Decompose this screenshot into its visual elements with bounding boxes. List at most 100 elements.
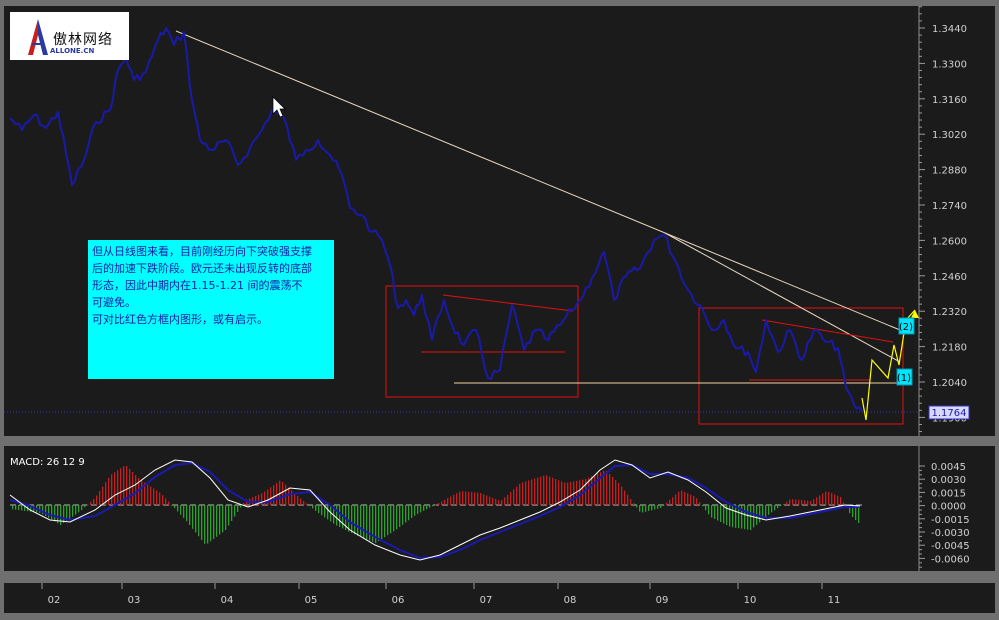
macd-histogram-bar: [291, 490, 293, 505]
macd-histogram-bar: [198, 505, 200, 537]
macd-histogram-bar: [186, 505, 188, 522]
macd-histogram-bar: [462, 491, 464, 505]
macd-histogram-bar: [294, 493, 296, 505]
x-tick-label: 05: [305, 595, 318, 606]
price-tick-label: 1.2040: [932, 378, 967, 389]
macd-tick-label: -0.0060: [931, 554, 970, 565]
macd-histogram-bar: [453, 494, 455, 506]
macd-histogram-bar: [684, 491, 686, 505]
macd-histogram-bar: [606, 471, 608, 505]
macd-histogram-bar: [753, 505, 755, 528]
macd-histogram-bar: [633, 503, 635, 505]
macd-histogram-bar: [120, 468, 122, 505]
macd-histogram-bar: [690, 494, 692, 505]
macd-histogram-bar: [363, 505, 365, 539]
macd-histogram-bar: [327, 505, 329, 520]
macd-histogram-bar: [99, 491, 101, 505]
x-tick-label: 03: [128, 595, 141, 606]
macd-histogram-bar: [168, 501, 170, 505]
macd-histogram-bar: [492, 497, 494, 505]
macd-histogram-bar: [117, 470, 119, 505]
macd-histogram-bar: [261, 493, 263, 505]
macd-histogram-bar: [729, 505, 731, 527]
macd-histogram-bar: [648, 505, 650, 511]
macd-histogram-bar: [471, 492, 473, 505]
macd-histogram-bar: [78, 505, 80, 513]
annotation-line: 后的加速下跌阶段。欧元还未出现反转的底部: [92, 262, 312, 275]
macd-histogram-bar: [201, 505, 203, 540]
price-tick-label: 1.3160: [932, 95, 967, 106]
macd-histogram-bar: [435, 504, 437, 506]
macd-histogram-bar: [477, 492, 479, 505]
macd-histogram-bar: [390, 505, 392, 534]
macd-histogram-bar: [774, 505, 776, 511]
macd-histogram-bar: [693, 496, 695, 505]
macd-histogram-bar: [609, 474, 611, 505]
macd-histogram-bar: [783, 503, 785, 505]
macd-histogram-bar: [612, 477, 614, 505]
macd-histogram-bar: [759, 505, 761, 523]
macd-histogram-bar: [549, 476, 551, 505]
macd-histogram-bar: [483, 494, 485, 505]
macd-histogram-bar: [297, 495, 299, 505]
macd-histogram-bar: [165, 498, 167, 505]
x-tick-label: 10: [744, 595, 757, 606]
macd-histogram-bar: [495, 499, 497, 505]
annotation-line: 可对比红色方框内图形，或有启示。: [92, 313, 268, 326]
macd-histogram-bar: [243, 503, 245, 505]
macd-histogram-bar: [660, 505, 662, 508]
chart-window: 1.3440 1.3300 1.3160 1.3020 1.2880 1.2740 1.26…: [0, 0, 999, 616]
macd-histogram-bar: [429, 505, 431, 508]
macd-histogram-bar: [456, 493, 458, 505]
macd-histogram-bar: [339, 505, 341, 527]
macd-histogram-bar: [414, 505, 416, 516]
macd-histogram-bar: [543, 475, 545, 505]
macd-tick-label: 0.0030: [931, 475, 966, 486]
macd-histogram-bar: [699, 502, 701, 505]
macd-histogram-bar: [93, 498, 95, 505]
price-tick-label: 1.2460: [932, 272, 967, 283]
macd-histogram-bar: [234, 505, 236, 517]
macd-histogram-bar: [468, 491, 470, 505]
macd-histogram-bar: [369, 505, 371, 541]
macd-histogram-bar: [519, 483, 521, 505]
macd-histogram-bar: [336, 505, 338, 526]
macd-histogram-bar: [237, 505, 239, 512]
wave-label-1: (1): [897, 373, 911, 384]
macd-histogram-bar: [501, 500, 503, 505]
macd-histogram-bar: [402, 505, 404, 525]
macd-histogram-bar: [714, 505, 716, 519]
macd-histogram-bar: [366, 505, 368, 540]
macd-histogram-bar: [432, 505, 434, 507]
macd-histogram-bar: [441, 501, 443, 505]
macd-histogram-bar: [801, 500, 803, 505]
macd-histogram-bar: [825, 491, 827, 505]
macd-histogram-bar: [411, 505, 413, 518]
macd-histogram-bar: [405, 505, 407, 523]
macd-histogram-bar: [627, 494, 629, 505]
macd-histogram-bar: [393, 505, 395, 532]
macd-histogram-bar: [219, 505, 221, 535]
macd-histogram-bar: [795, 499, 797, 505]
macd-histogram-bar: [498, 500, 500, 505]
macd-histogram-bar: [534, 478, 536, 505]
macd-histogram-bar: [63, 505, 65, 523]
macd-histogram-bar: [510, 492, 512, 505]
macd-histogram-bar: [630, 499, 632, 505]
macd-histogram-bar: [273, 485, 275, 505]
macd-histogram-bar: [408, 505, 410, 521]
macd-histogram-bar: [651, 505, 653, 511]
macd-histogram-bar: [666, 502, 668, 505]
macd-histogram-bar: [663, 505, 665, 506]
macd-histogram-bar: [444, 499, 446, 505]
macd-histogram-bar: [420, 505, 422, 513]
macd-histogram-bar: [657, 505, 659, 509]
x-tick-label: 09: [656, 595, 669, 606]
macd-histogram-bar: [282, 481, 284, 505]
macd-histogram-bar: [735, 505, 737, 528]
macd-histogram-bar: [579, 480, 581, 505]
macd-histogram-bar: [747, 505, 749, 530]
macd-tick-label: -0.0045: [931, 541, 970, 552]
price-tick-label: 1.2740: [932, 201, 967, 212]
annotation-line: 形态，因此中期内在1.15-1.21 间的震荡不: [92, 279, 303, 292]
